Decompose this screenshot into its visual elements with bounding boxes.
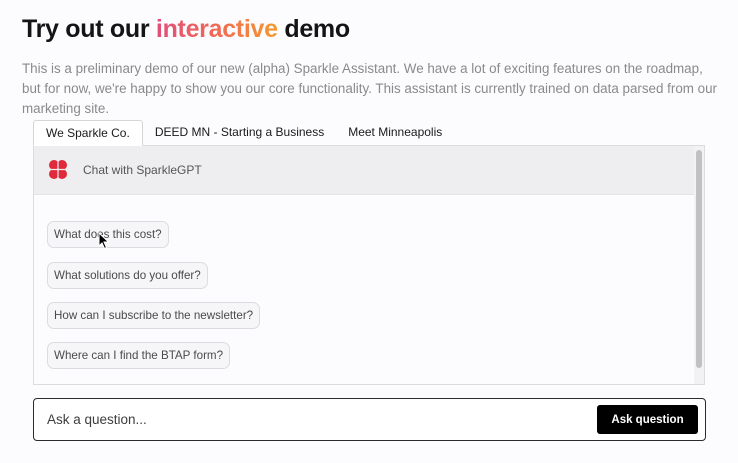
suggestion-chip-btap[interactable]: Where can I find the BTAP form? <box>47 342 231 369</box>
tab-meet-minneapolis[interactable]: Meet Minneapolis <box>336 120 454 146</box>
suggestion-chip-solutions[interactable]: What solutions do you offer? <box>47 262 208 289</box>
ask-form: Ask question <box>33 398 706 441</box>
ask-input[interactable] <box>35 400 595 439</box>
tab-we-sparkle[interactable]: We Sparkle Co. <box>33 120 143 146</box>
clover-icon <box>49 160 67 179</box>
tab-deed-mn[interactable]: DEED MN - Starting a Business <box>143 120 336 146</box>
chat-header: Chat with SparkleGPT <box>34 146 695 195</box>
page-title: Try out our interactive demo <box>22 15 350 44</box>
ask-question-button[interactable]: Ask question <box>597 405 698 434</box>
page-description: This is a preliminary demo of our new (a… <box>22 61 718 116</box>
title-accent: interactive <box>155 15 278 43</box>
title-after: demo <box>284 15 350 43</box>
title-before: Try out our <box>22 15 150 43</box>
mouse-cursor-icon <box>98 232 110 250</box>
chat-panel: Chat with SparkleGPT What does this cost… <box>33 145 705 385</box>
suggestion-chip-newsletter[interactable]: How can I subscribe to the newsletter? <box>47 302 261 329</box>
chat-scrollbar[interactable] <box>694 146 704 384</box>
chat-body: What does this cost? What solutions do y… <box>34 196 695 384</box>
scrollbar-thumb[interactable] <box>696 150 702 368</box>
chat-title: Chat with SparkleGPT <box>83 163 202 177</box>
demo-tabs: We Sparkle Co. DEED MN - Starting a Busi… <box>33 120 454 146</box>
